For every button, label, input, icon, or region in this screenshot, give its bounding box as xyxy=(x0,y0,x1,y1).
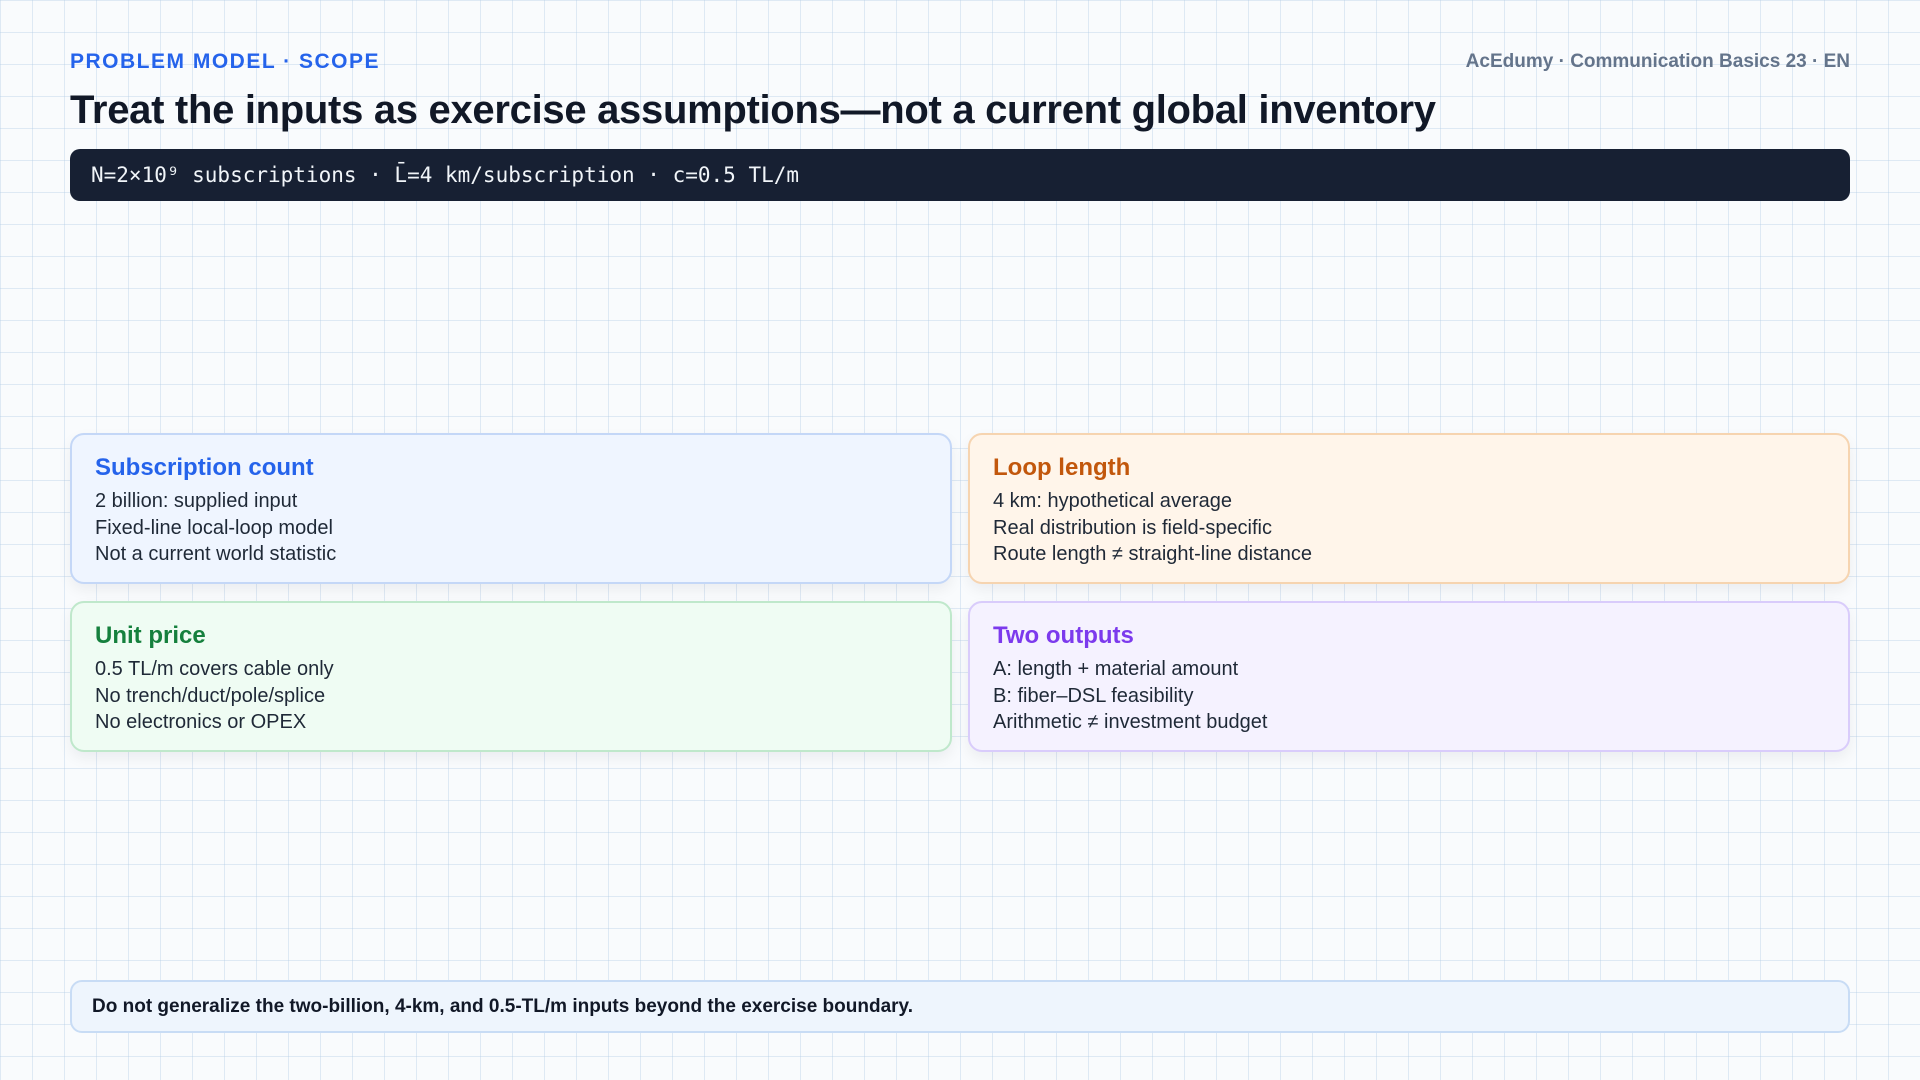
card-line: Real distribution is field-specific xyxy=(993,516,1273,539)
card-title: Loop length xyxy=(993,454,1131,481)
card-line: Route length ≠ straight-line distance xyxy=(993,543,1312,565)
card-two-outputs: Two outputs A: length + material amount … xyxy=(968,601,1850,752)
footer-note: Do not generalize the two-billion, 4-km,… xyxy=(70,980,1850,1033)
card-line: No electronics or OPEX xyxy=(95,711,307,733)
card-line: 2 billion: supplied input xyxy=(95,490,298,512)
section-eyebrow: PROBLEM MODEL · SCOPE xyxy=(70,50,380,73)
card-line: 4 km: hypothetical average xyxy=(993,490,1233,512)
card-line: 0.5 TL/m covers cable only xyxy=(95,658,334,680)
card-line: B: fiber–DSL feasibility xyxy=(993,684,1194,707)
card-line: Fixed-line local-loop model xyxy=(95,516,333,539)
card-title: Unit price xyxy=(95,622,206,649)
card-line: Arithmetic ≠ investment budget xyxy=(993,711,1268,733)
card-subscription-count: Subscription count 2 billion: supplied i… xyxy=(70,433,952,584)
card-unit-price: Unit price 0.5 TL/m covers cable only No… xyxy=(70,601,952,752)
slide-title: Treat the inputs as exercise assumptions… xyxy=(70,88,1436,132)
card-line: No trench/duct/pole/splice xyxy=(95,684,326,707)
formula-bar: N=2×10⁹ subscriptions · L̄=4 km/subscrip… xyxy=(70,149,1850,201)
card-title: Subscription count xyxy=(95,454,314,481)
card-title: Two outputs xyxy=(993,622,1134,649)
course-label: AcEdumy · Communication Basics 23 · EN xyxy=(1465,51,1850,72)
card-grid: Subscription count 2 billion: supplied i… xyxy=(70,433,1850,752)
card-line: A: length + material amount xyxy=(993,658,1239,680)
card-loop-length: Loop length 4 km: hypothetical average R… xyxy=(968,433,1850,584)
card-line: Not a current world statistic xyxy=(95,543,337,565)
